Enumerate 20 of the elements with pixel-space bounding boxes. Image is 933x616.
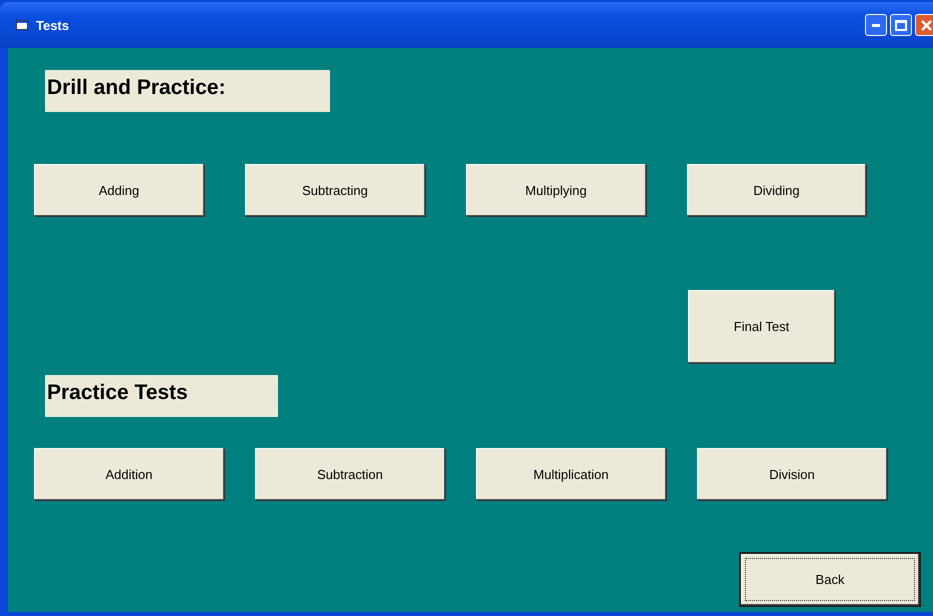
drill-button[interactable]: Dividing — [687, 164, 866, 216]
minimize-icon — [872, 24, 880, 26]
test-button[interactable]: Subtraction — [255, 448, 445, 500]
maximize-button[interactable] — [890, 14, 912, 36]
test-button[interactable]: Division — [697, 448, 887, 500]
window-title: Tests — [36, 18, 69, 32]
close-button[interactable] — [915, 14, 933, 36]
test-button[interactable]: Multiplication — [476, 448, 666, 500]
minimize-button[interactable] — [865, 14, 887, 36]
drill-button[interactable]: Adding — [34, 164, 204, 216]
close-icon — [920, 20, 932, 30]
maximize-icon — [895, 20, 907, 30]
drill-button[interactable]: Multiplying — [466, 164, 646, 216]
section-heading: Practice Tests — [45, 375, 278, 417]
window-icon — [16, 20, 28, 30]
section-heading: Drill and Practice: — [45, 70, 330, 112]
test-button[interactable]: Addition — [34, 448, 224, 500]
final-test-button[interactable]: Final Test — [688, 290, 835, 363]
drill-button[interactable]: Subtracting — [245, 164, 425, 216]
back-button[interactable]: Back — [741, 554, 919, 605]
